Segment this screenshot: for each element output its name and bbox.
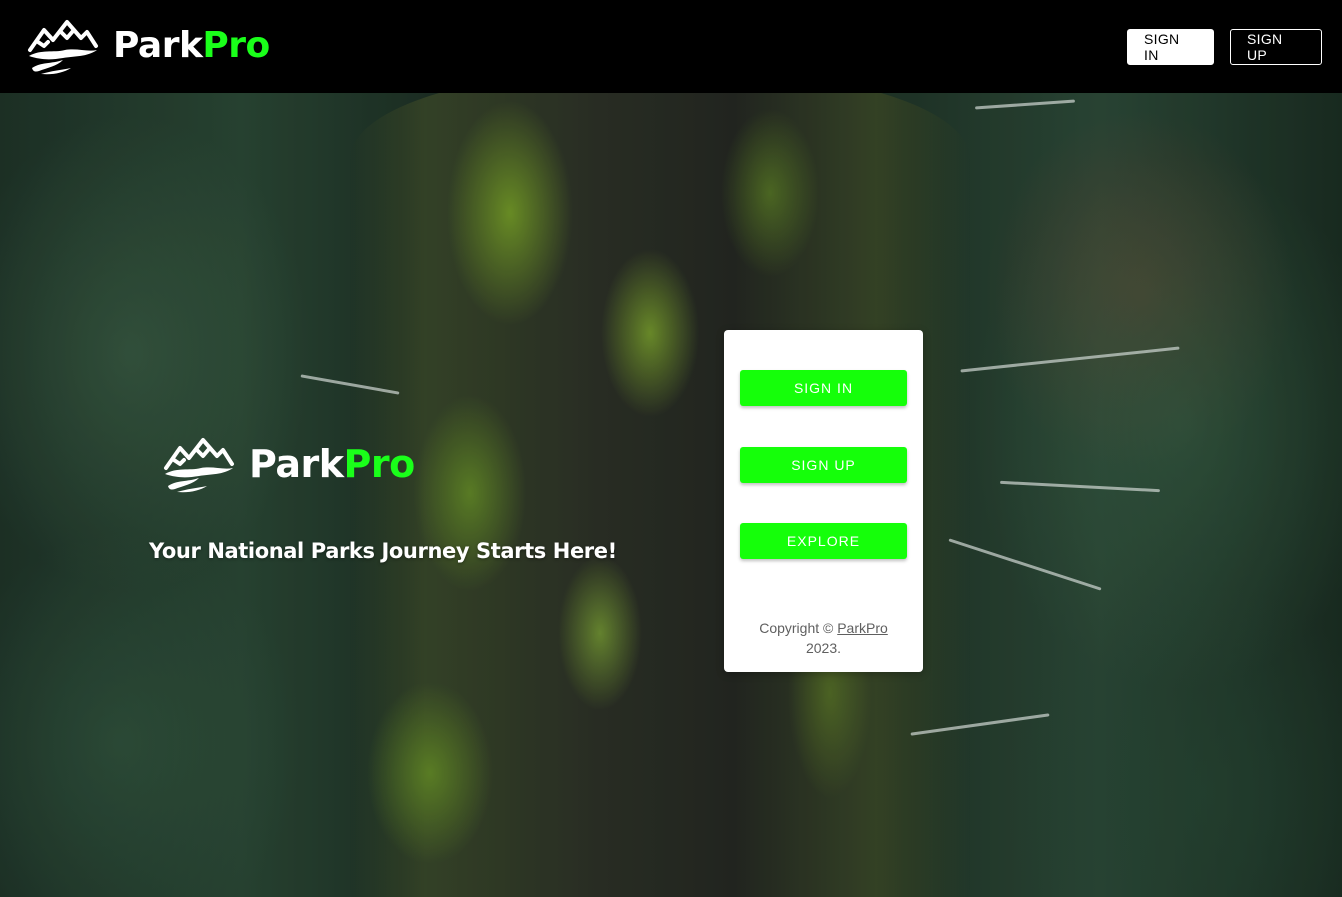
header-brand[interactable]: ParkPro	[27, 16, 270, 76]
brand-wordmark-pro: Pro	[202, 25, 270, 66]
top-navbar: ParkPro SIGN IN SIGN UP	[0, 0, 1342, 93]
auth-card: SIGN IN SIGN UP EXPLORE Copyright © Park…	[724, 330, 923, 672]
card-sign-in-button[interactable]: SIGN IN	[740, 370, 907, 406]
mountain-logo-icon	[28, 20, 98, 75]
nav-sign-in-button[interactable]: SIGN IN	[1127, 29, 1214, 65]
hero-wordmark-park: Park	[249, 442, 344, 486]
brand-wordmark: ParkPro	[113, 28, 270, 64]
nav-sign-up-button[interactable]: SIGN UP	[1230, 29, 1322, 65]
card-explore-button[interactable]: EXPLORE	[740, 523, 907, 559]
forest-background-image	[0, 93, 1342, 897]
brand-wordmark-park: Park	[113, 25, 203, 66]
hero-tagline: Your National Parks Journey Starts Here!	[149, 539, 617, 563]
copyright-notice: Copyright © ParkPro 2023.	[724, 618, 923, 658]
copyright-year: 2023.	[805, 640, 842, 656]
landing-page: ParkPro SIGN IN SIGN UP ParkPro Your Nat…	[0, 0, 1342, 897]
hero-wordmark-pro: Pro	[343, 442, 415, 486]
copyright-prefix: Copyright ©	[759, 620, 834, 636]
hero-brand: ParkPro	[163, 434, 415, 494]
card-sign-up-button[interactable]: SIGN UP	[740, 447, 907, 483]
background-overlay	[0, 93, 1342, 897]
mountain-logo-icon	[164, 438, 234, 493]
copyright-parkpro-link[interactable]: ParkPro	[837, 620, 888, 636]
hero-wordmark: ParkPro	[249, 445, 415, 483]
